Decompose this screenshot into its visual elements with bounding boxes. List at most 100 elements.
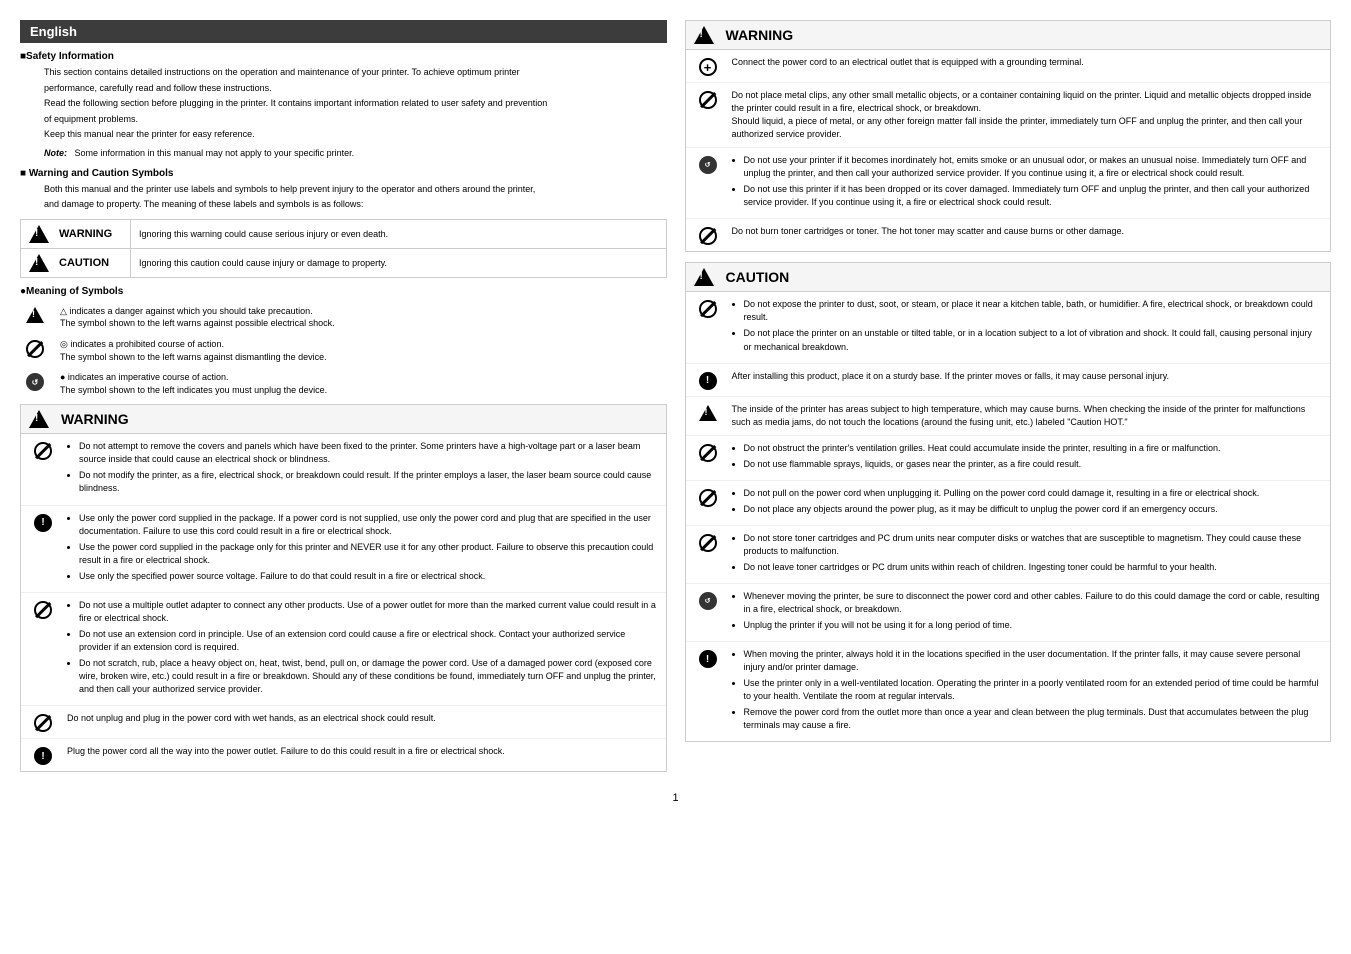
right-caution-box: CAUTION Do not expose the printer to dus… xyxy=(685,262,1332,742)
circle-slash-icon xyxy=(699,444,717,462)
caution-row-7: ↺ Whenever moving the printer, be sure t… xyxy=(686,584,1331,642)
caution-row-7-text: Whenever moving the printer, be sure to … xyxy=(732,590,1323,635)
symbol-desc-2: ◎ indicates a prohibited course of actio… xyxy=(60,338,327,363)
right-warning-row-1: Connect the power cord to an electrical … xyxy=(686,50,1331,83)
caution-row-4-icon xyxy=(694,442,722,462)
warning-row-1: Do not attempt to remove the covers and … xyxy=(21,434,666,505)
caution-row-4-text: Do not obstruct the printer's ventilatio… xyxy=(732,442,1323,474)
arrow-circle-icon: ↺ xyxy=(26,373,44,391)
right-warning-row-3: ↺ Do not use your printer if it becomes … xyxy=(686,148,1331,219)
meaning-heading: ●Meaning of Symbols xyxy=(20,286,667,297)
warning-row-5-text: Plug the power cord all the way into the… xyxy=(67,745,658,758)
safety-text-1: This section contains detailed instructi… xyxy=(44,66,667,79)
warning-row-2-icon xyxy=(29,512,57,532)
bullet-circle-icon xyxy=(699,650,717,668)
safety-heading: ■Safety Information xyxy=(20,51,667,62)
caution-desc-cell: Ignoring this caution could cause injury… xyxy=(131,248,667,277)
circle-slash-icon xyxy=(699,91,717,109)
right-warning-box: WARNING Connect the power cord to an ele… xyxy=(685,20,1332,252)
symbol-desc-3: ● indicates an imperative course of acti… xyxy=(60,371,327,396)
warning-caution-heading: ■ Warning and Caution Symbols xyxy=(20,168,667,179)
warning-row-2-text: Use only the power cord supplied in the … xyxy=(67,512,658,586)
caution-row-8: When moving the printer, always hold it … xyxy=(686,642,1331,741)
warning-row-4: Do not unplug and plug in the power cord… xyxy=(21,706,666,739)
bullet-circle-icon xyxy=(699,372,717,390)
page-title: English xyxy=(20,20,667,43)
warning-triangle-icon xyxy=(29,225,49,243)
right-warning-row-1-text: Connect the power cord to an electrical … xyxy=(732,56,1323,69)
arrow-circle-icon-cell: ↺ xyxy=(20,371,50,391)
caution-triangle-icon xyxy=(29,254,49,272)
symbol-row-3: ↺ ● indicates an imperative course of ac… xyxy=(20,371,667,396)
triangle-icon-cell xyxy=(20,305,50,323)
wc-text1: Both this manual and the printer use lab… xyxy=(44,183,667,196)
right-warning-row-4-text: Do not burn toner cartridges or toner. T… xyxy=(732,225,1323,238)
caution-row-2-text: After installing this product, place it … xyxy=(732,370,1323,383)
circle-slash-icon xyxy=(34,714,52,732)
warning-row-5-icon xyxy=(29,745,57,765)
right-warning-row-2-icon xyxy=(694,89,722,109)
ground-icon xyxy=(699,58,717,76)
bullet-circle-icon xyxy=(34,747,52,765)
circle-slash-icon-cell xyxy=(20,338,50,358)
caution-row-1: Do not expose the printer to dust, soot,… xyxy=(686,292,1331,363)
safety-text-5: Keep this manual near the printer for ea… xyxy=(44,128,667,141)
safety-text-3: Read the following section before pluggi… xyxy=(44,97,667,110)
warning-box-triangle-icon xyxy=(29,410,49,428)
left-warning-box: WARNING Do not attempt to remove the cov… xyxy=(20,404,667,772)
right-caution-box-body: Do not expose the printer to dust, soot,… xyxy=(686,292,1331,741)
symbol-row-2: ◎ indicates a prohibited course of actio… xyxy=(20,338,667,363)
right-warning-box-header: WARNING xyxy=(686,21,1331,50)
symbol-row-1: △ indicates a danger against which you s… xyxy=(20,305,667,330)
triangle-icon xyxy=(699,405,717,421)
caution-label-cell: CAUTION xyxy=(21,248,131,277)
left-warning-box-header: WARNING xyxy=(21,405,666,434)
wc-text2: and damage to property. The meaning of t… xyxy=(44,198,667,211)
caution-row-3: The inside of the printer has areas subj… xyxy=(686,397,1331,436)
table-row: CAUTION Ignoring this caution could caus… xyxy=(21,248,667,277)
fire-icon: ↺ xyxy=(699,592,717,610)
caution-row-2: After installing this product, place it … xyxy=(686,364,1331,397)
caution-row-3-icon xyxy=(694,403,722,421)
circle-slash-icon xyxy=(26,340,44,358)
warning-row-3-text: Do not use a multiple outlet adapter to … xyxy=(67,599,658,699)
caution-row-5: Do not pull on the power cord when unplu… xyxy=(686,481,1331,526)
warning-row-5: Plug the power cord all the way into the… xyxy=(21,739,666,771)
fire-icon: ↺ xyxy=(699,156,717,174)
right-warning-row-3-text: Do not use your printer if it becomes in… xyxy=(732,154,1323,212)
right-warning-row-1-icon xyxy=(694,56,722,76)
caution-row-4: Do not obstruct the printer's ventilatio… xyxy=(686,436,1331,481)
page-number: 1 xyxy=(20,792,1331,804)
caution-row-5-text: Do not pull on the power cord when unplu… xyxy=(732,487,1323,519)
right-warning-row-2: Do not place metal clips, any other smal… xyxy=(686,83,1331,148)
warning-desc-cell: Ignoring this warning could cause seriou… xyxy=(131,219,667,248)
warning-row-4-text: Do not unplug and plug in the power cord… xyxy=(67,712,658,725)
right-caution-triangle-icon xyxy=(694,268,714,286)
caution-row-8-text: When moving the printer, always hold it … xyxy=(732,648,1323,735)
warning-row-2: Use only the power cord supplied in the … xyxy=(21,506,666,593)
warning-label-cell: WARNING xyxy=(21,219,131,248)
symbol-desc-1: △ indicates a danger against which you s… xyxy=(60,305,335,330)
warning-row-1-text: Do not attempt to remove the covers and … xyxy=(67,440,658,498)
caution-row-8-icon xyxy=(694,648,722,668)
left-column: English ■Safety Information This section… xyxy=(20,20,667,782)
warning-caution-table: WARNING Ignoring this warning could caus… xyxy=(20,219,667,278)
right-warning-row-3-icon: ↺ xyxy=(694,154,722,174)
caution-row-5-icon xyxy=(694,487,722,507)
right-warning-row-4: Do not burn toner cartridges or toner. T… xyxy=(686,219,1331,251)
right-warning-box-body: Connect the power cord to an electrical … xyxy=(686,50,1331,251)
caution-row-1-icon xyxy=(694,298,722,318)
left-warning-box-body: Do not attempt to remove the covers and … xyxy=(21,434,666,771)
right-warning-row-2-text: Do not place metal clips, any other smal… xyxy=(732,89,1323,141)
circle-slash-icon xyxy=(699,534,717,552)
caution-row-6-text: Do not store toner cartridges and PC dru… xyxy=(732,532,1323,577)
safety-text-4: of equipment problems. xyxy=(44,113,667,126)
caution-row-2-icon xyxy=(694,370,722,390)
circle-slash-icon xyxy=(34,442,52,460)
symbols-section: △ indicates a danger against which you s… xyxy=(20,305,667,397)
circle-slash-icon xyxy=(699,489,717,507)
caution-row-1-text: Do not expose the printer to dust, soot,… xyxy=(732,298,1323,356)
right-caution-box-header: CAUTION xyxy=(686,263,1331,292)
warning-row-3: Do not use a multiple outlet adapter to … xyxy=(21,593,666,706)
safety-text-2: performance, carefully read and follow t… xyxy=(44,82,667,95)
